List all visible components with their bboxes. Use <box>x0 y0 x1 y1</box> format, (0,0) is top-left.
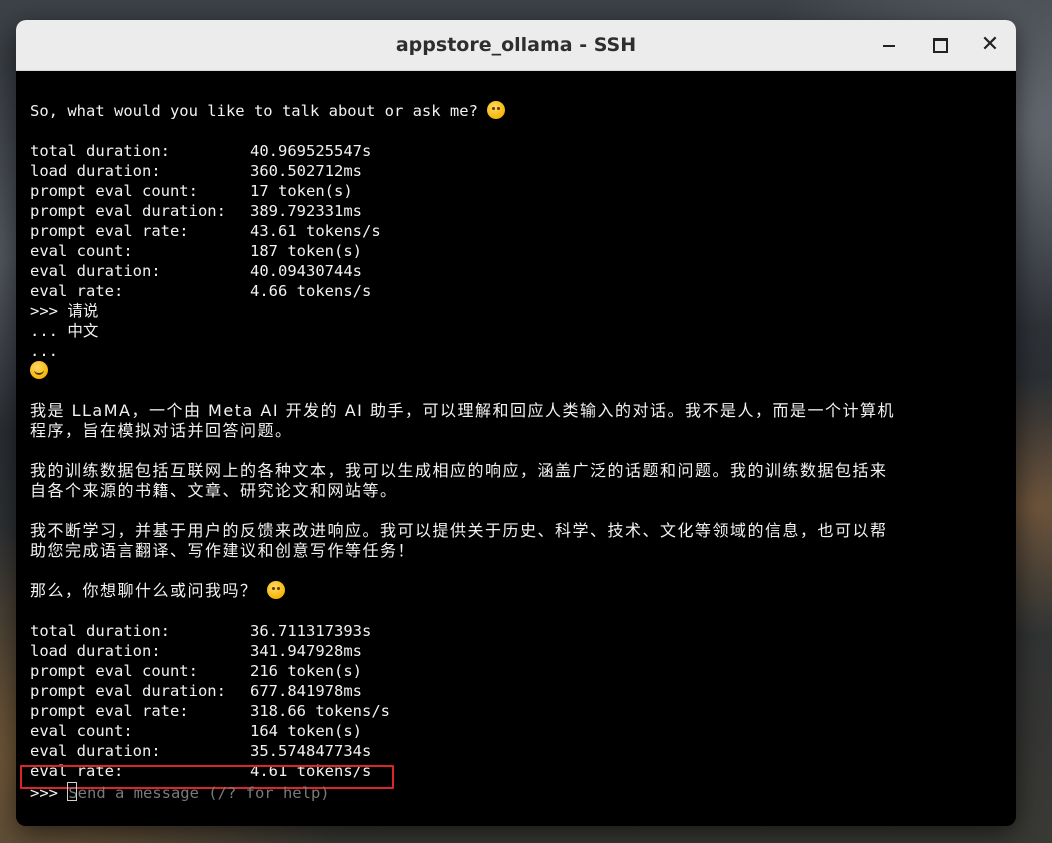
reply-paragraph-1-line-1: 我是 LLaMA，一个由 Meta AI 开发的 AI 助手，可以理解和回应人类… <box>30 401 895 420</box>
reply-paragraph-3-line-2: 助您完成语言翻译、写作建议和创意写作等任务！ <box>30 541 416 560</box>
smiling-face-icon <box>30 361 48 379</box>
reply-paragraph-2-line-2: 自各个来源的书籍、文章、研究论文和网站等。 <box>30 481 398 500</box>
user-input-line-2: ... 中文 <box>30 322 99 340</box>
stat-row: load duration: 360.502712ms <box>30 161 362 181</box>
stat-key: eval duration: <box>30 742 161 760</box>
input-prompt-line[interactable]: >>> Send a message (/? for help) <box>30 782 330 802</box>
stat-value: 360.502712ms <box>250 162 362 180</box>
stat-row: prompt eval rate: 43.61 tokens/s <box>30 221 381 241</box>
stat-row: total duration: 40.969525547s <box>30 141 371 161</box>
stat-key: eval duration: <box>30 262 161 280</box>
text-cursor <box>67 782 78 801</box>
stat-row: eval count: 164 token(s) <box>30 721 362 741</box>
user-input-line-1: >>> 请说 <box>30 302 99 320</box>
stat-key: prompt eval duration: <box>30 202 226 220</box>
stat-row: prompt eval rate: 318.66 tokens/s <box>30 701 390 721</box>
stat-row: prompt eval count: 17 token(s) <box>30 181 353 201</box>
stat-row: prompt eval count: 216 token(s) <box>30 661 362 681</box>
stat-value: 187 token(s) <box>250 242 362 260</box>
stat-key: eval count: <box>30 242 133 260</box>
stat-key: prompt eval rate: <box>30 222 189 240</box>
reply-paragraph-2-line-1: 我的训练数据包括互联网上的各种文本，我可以生成相应的响应，涵盖广泛的话题和问题。… <box>30 461 888 480</box>
minimize-button[interactable] <box>874 30 904 60</box>
user-input-line-3: ... <box>30 342 58 360</box>
terminal-output[interactable]: So, what would you like to talk about or… <box>16 71 1016 826</box>
stat-row: eval count: 187 token(s) <box>30 241 362 261</box>
stat-value: 164 token(s) <box>250 722 362 740</box>
prompt-symbol: >>> <box>30 784 68 802</box>
stat-key: eval rate: <box>30 282 124 300</box>
thinking-face-icon <box>266 581 285 599</box>
stat-row: eval duration: 35.574847734s <box>30 741 371 761</box>
close-button[interactable]: ✕ <box>975 30 1005 60</box>
intro-line: So, what would you like to talk about or… <box>30 101 506 121</box>
stat-value: 677.841978ms <box>250 682 362 700</box>
stat-key: total duration: <box>30 142 170 160</box>
thinking-face-icon <box>487 101 506 119</box>
stat-value: 4.66 tokens/s <box>250 282 372 300</box>
stat-key: prompt eval rate: <box>30 702 189 720</box>
stat-row: prompt eval duration: 677.841978ms <box>30 681 362 701</box>
stat-key: prompt eval duration: <box>30 682 226 700</box>
ssh-terminal-window: appstore_ollama - SSH ✕ So, what would y… <box>16 20 1016 826</box>
stat-value: 35.574847734s <box>250 742 372 760</box>
stat-key: load duration: <box>30 642 161 660</box>
window-titlebar[interactable]: appstore_ollama - SSH ✕ <box>16 20 1016 71</box>
stat-value: 40.969525547s <box>250 142 372 160</box>
stat-key: prompt eval count: <box>30 662 198 680</box>
stat-row: prompt eval duration: 389.792331ms <box>30 201 362 221</box>
stat-value: 341.947928ms <box>250 642 362 660</box>
stat-value: 36.711317393s <box>250 622 372 640</box>
closing-line: 那么，你想聊什么或问我吗？ <box>30 581 285 601</box>
smile-line <box>30 361 48 381</box>
stat-value: 17 token(s) <box>250 182 353 200</box>
maximize-icon <box>932 37 948 53</box>
minimize-icon <box>883 44 895 48</box>
stat-row: load duration: 341.947928ms <box>30 641 362 661</box>
window-title: appstore_ollama - SSH <box>395 34 637 56</box>
stat-value: 216 token(s) <box>250 662 362 680</box>
stat-row: total duration: 36.711317393s <box>30 621 371 641</box>
stat-value: 389.792331ms <box>250 202 362 220</box>
reply-paragraph-3-line-1: 我不断学习，并基于用户的反馈来改进响应。我可以提供关于历史、科学、技术、文化等领… <box>30 521 888 540</box>
stat-value: 40.09430744s <box>250 262 362 280</box>
stat-row: eval rate: 4.66 tokens/s <box>30 281 371 301</box>
stat-value: 318.66 tokens/s <box>250 702 390 720</box>
stat-key: eval count: <box>30 722 133 740</box>
stat-value: 43.61 tokens/s <box>250 222 381 240</box>
reply-paragraph-1-line-2: 程序，旨在模拟对话并回答问题。 <box>30 421 293 440</box>
stat-key: total duration: <box>30 622 170 640</box>
stat-key: load duration: <box>30 162 161 180</box>
maximize-button[interactable] <box>925 30 955 60</box>
close-icon: ✕ <box>980 32 1000 57</box>
stat-row: eval duration: 40.09430744s <box>30 261 362 281</box>
message-input-placeholder[interactable]: Send a message (/? for help) <box>68 784 329 802</box>
stat-key: prompt eval count: <box>30 182 198 200</box>
